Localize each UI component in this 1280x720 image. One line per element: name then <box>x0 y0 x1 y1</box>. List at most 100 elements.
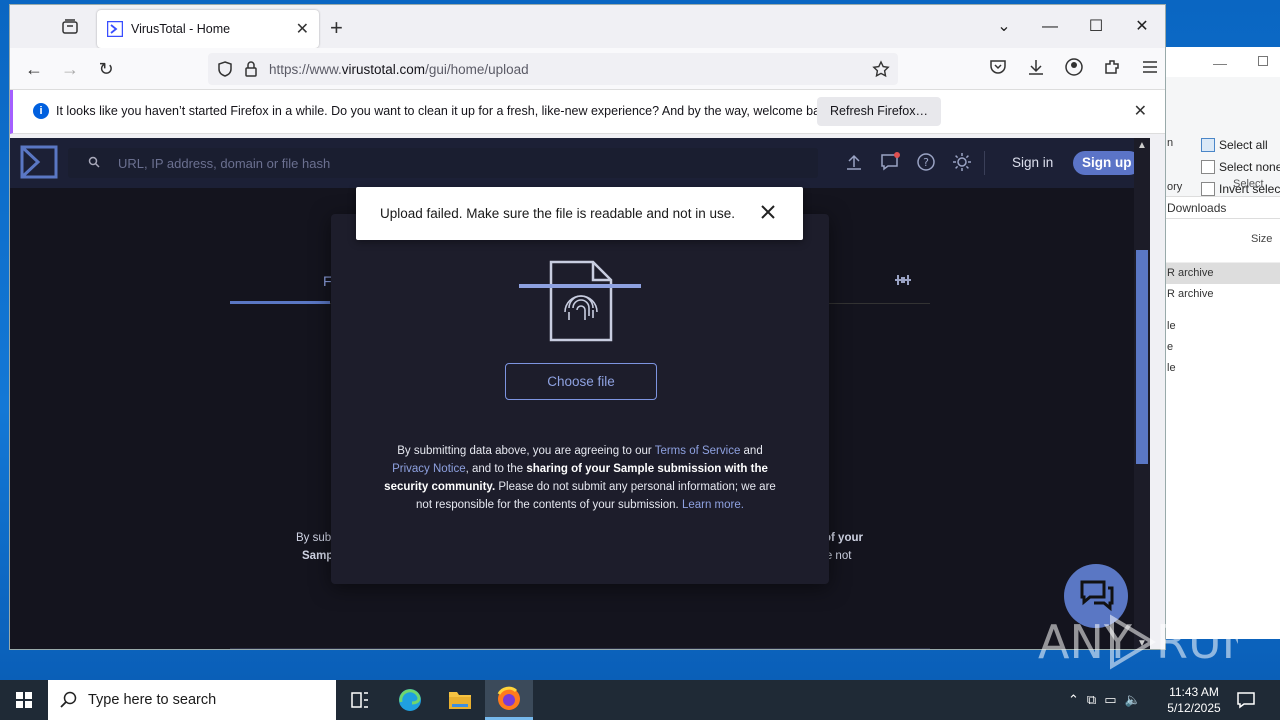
list-item[interactable]: e <box>1161 337 1280 358</box>
task-view-icon <box>351 692 368 708</box>
account-icon[interactable] <box>1064 57 1084 81</box>
file-explorer-window[interactable]: — n ory Select all Select none Invert se… <box>1160 47 1280 639</box>
url-text: https://www.virustotal.com/gui/home/uplo… <box>269 61 529 77</box>
select-none-button[interactable]: Select none <box>1201 160 1280 174</box>
maximize-button[interactable]: ☐ <box>1073 5 1119 48</box>
extensions-icon[interactable] <box>1102 57 1122 81</box>
select-all-icon <box>1201 138 1215 152</box>
notifications-chat-icon[interactable] <box>880 152 900 172</box>
clock-time: 11:43 AM <box>1169 685 1219 699</box>
vt-search-input[interactable]: URL, IP address, domain or file hash <box>68 148 818 178</box>
taskbar-clock[interactable]: 11:43 AM 5/12/2025 <box>1160 684 1228 716</box>
select-none-icon <box>1201 160 1215 174</box>
bookmark-star-icon[interactable] <box>872 60 890 78</box>
virustotal-logo-icon[interactable] <box>20 145 58 179</box>
notification-close-icon[interactable]: ✕ <box>1134 101 1147 121</box>
firefox-taskbar-button[interactable] <box>485 680 533 720</box>
list-item[interactable]: le <box>1161 358 1280 379</box>
explorer-minimize-button[interactable]: — <box>1213 55 1227 71</box>
privacy-notice-link[interactable]: Privacy Notice <box>392 463 466 475</box>
bg-terms-fragment: By sub <box>296 532 332 544</box>
anyrun-watermark-logo: ANY RUN <box>1038 614 1238 670</box>
invert-selection-icon <box>1201 182 1215 196</box>
list-all-tabs-icon[interactable]: ⌄ <box>981 5 1027 48</box>
scroll-up-icon[interactable]: ▲ <box>1137 140 1147 151</box>
lock-icon[interactable] <box>242 60 260 78</box>
new-tab-button[interactable]: + <box>330 15 343 41</box>
taskbar-search-box[interactable]: Type here to search <box>48 680 336 720</box>
reload-button[interactable]: ↻ <box>94 57 118 81</box>
tab-bar: VirusTotal - Home ✕ + ⌄ — ☐ ✕ <box>10 5 1165 48</box>
toast-message: Upload failed. Make sure the file is rea… <box>380 206 735 221</box>
show-hidden-icons-chevron-icon[interactable]: ⌃ <box>1068 692 1079 708</box>
fingerprint-file-icon <box>519 260 641 342</box>
edge-taskbar-button[interactable] <box>386 680 434 720</box>
tracking-shield-icon[interactable] <box>216 60 234 78</box>
explorer-titlebar: — <box>1161 47 1280 77</box>
action-center-icon[interactable] <box>1236 691 1256 709</box>
list-item[interactable]: le <box>1161 316 1280 337</box>
sign-up-button[interactable]: Sign up <box>1073 151 1141 175</box>
network-icon[interactable]: ▭ <box>1104 692 1116 708</box>
select-group-label: Select <box>1233 178 1264 190</box>
svg-text:RUN: RUN <box>1156 615 1238 669</box>
pocket-icon[interactable] <box>988 57 1008 81</box>
search-icon <box>88 156 100 168</box>
choose-file-button[interactable]: Choose file <box>505 363 657 400</box>
sign-in-link[interactable]: Sign in <box>1012 155 1053 170</box>
virustotal-favicon <box>107 21 123 37</box>
device-icon[interactable]: ⧉ <box>1087 692 1096 708</box>
back-button[interactable]: ← <box>22 57 46 81</box>
close-window-button[interactable]: ✕ <box>1119 5 1165 48</box>
edge-icon <box>399 689 421 711</box>
bg-terms-fragment: of your <box>824 532 863 544</box>
vt-search-placeholder: URL, IP address, domain or file hash <box>118 156 331 171</box>
file-explorer-taskbar-button[interactable] <box>436 680 484 720</box>
scrollbar-thumb[interactable] <box>1136 250 1148 464</box>
upload-icon[interactable] <box>844 152 864 172</box>
window-controls: ⌄ — ☐ ✕ <box>981 5 1165 48</box>
info-icon: i <box>33 103 49 119</box>
downloads-icon[interactable] <box>1026 57 1046 81</box>
volume-icon[interactable]: 🔈 <box>1125 692 1141 708</box>
notification-message: It looks like you haven’t started Firefo… <box>56 104 837 118</box>
folder-icon <box>449 692 471 709</box>
size-column-header[interactable]: Size <box>1251 233 1272 245</box>
explorer-column-header: Size <box>1161 219 1280 263</box>
explorer-maximize-button[interactable] <box>1258 56 1268 66</box>
terms-text: By submitting data above, you are agreei… <box>384 445 776 511</box>
url-bar[interactable]: https://www.virustotal.com/gui/home/uplo… <box>208 53 898 85</box>
start-button[interactable] <box>0 680 48 720</box>
system-tray: ⌃ ⧉ ▭ 🔈 <box>1068 680 1141 720</box>
help-icon[interactable]: ? <box>916 152 936 172</box>
task-view-button[interactable] <box>336 680 384 720</box>
tab-close-icon[interactable]: ✕ <box>296 19 309 39</box>
learn-more-link[interactable]: Learn more. <box>682 499 744 511</box>
clock-date: 5/12/2025 <box>1167 701 1221 715</box>
select-none-label: Select none <box>1219 160 1280 174</box>
page-scrollbar[interactable]: ▲ ▼ <box>1134 138 1150 649</box>
forward-button[interactable]: → <box>58 57 82 81</box>
explorer-path[interactable]: Downloads <box>1161 197 1280 219</box>
refresh-firefox-button[interactable]: Refresh Firefox… <box>817 97 941 126</box>
toast-close-icon[interactable] <box>757 201 779 223</box>
firefox-icon <box>497 686 520 710</box>
header-divider <box>984 151 985 175</box>
list-item[interactable]: R archive <box>1161 263 1280 284</box>
select-all-button[interactable]: Select all <box>1201 138 1268 152</box>
tab-virustotal[interactable]: VirusTotal - Home ✕ <box>97 10 319 48</box>
upload-modal: Choose file By submitting data above, yo… <box>331 214 829 584</box>
vt-header-icons: ? <box>844 152 972 172</box>
bg-section-strip <box>230 648 930 649</box>
terms-of-service-link[interactable]: Terms of Service <box>655 445 741 457</box>
menu-icon[interactable] <box>1140 57 1160 81</box>
windows-logo-icon <box>16 692 32 708</box>
list-item[interactable]: R archive <box>1161 284 1280 305</box>
minimize-button[interactable]: — <box>1027 5 1073 48</box>
api-icon[interactable] <box>893 272 913 288</box>
tab-title: VirusTotal - Home <box>131 22 231 36</box>
refresh-firefox-notification: i It looks like you haven’t started Fire… <box>10 90 1165 134</box>
search-icon <box>60 691 77 708</box>
tab-list-icon[interactable] <box>60 17 80 35</box>
theme-toggle-icon[interactable] <box>952 152 972 172</box>
